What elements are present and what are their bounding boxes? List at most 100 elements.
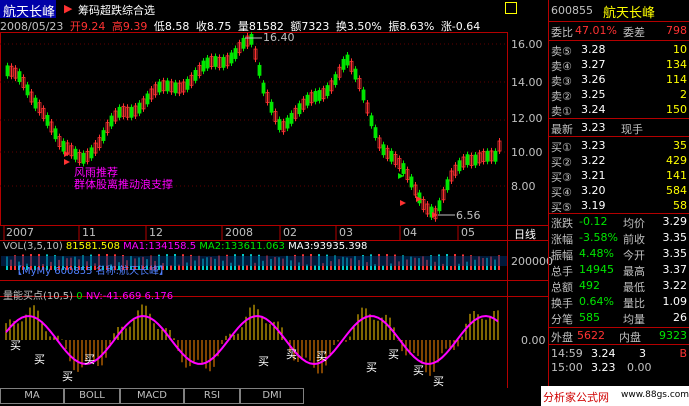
row-label: 卖② <box>551 90 572 103</box>
screener-label[interactable]: 筹码超跌综合选 <box>78 2 155 18</box>
candle-body <box>297 103 302 115</box>
x-label: 03 <box>339 226 353 239</box>
amount-value: 额7323 <box>290 20 330 32</box>
row-volume: 584 <box>666 184 687 197</box>
vol-title-row: VOL(3,5,10) 81581.508 MA1:134158.5 MA2:1… <box>3 241 367 252</box>
candle-body <box>229 52 234 64</box>
tick-row: 14:59 3.24 3 B <box>551 347 687 362</box>
indicator-zero-label: 0.00 <box>521 334 546 347</box>
stat-v2: 3.22 <box>662 279 688 292</box>
buy-label: 买 <box>258 355 269 368</box>
latest-price: 3.23 <box>581 121 606 134</box>
turnover-value: 换3.50% <box>335 20 382 32</box>
vol-value: 81581.508 <box>65 241 120 252</box>
low-mark-label: 6.56 <box>456 209 481 222</box>
stock-code: 600855 <box>551 4 593 17</box>
row-label: 卖⑤ <box>551 45 572 58</box>
row-price: 3.22 <box>581 154 606 167</box>
tab-boll[interactable]: BOLL <box>64 388 120 404</box>
vol-ma2: MA2:133611.063 <box>199 241 285 252</box>
row-price: 3.28 <box>581 43 606 56</box>
x-label: 04 <box>403 226 417 239</box>
quote-info-bar: 2008/05/23 开9.24 高9.39 低8.58 收8.75 量8158… <box>0 18 508 32</box>
candle-body <box>5 65 10 77</box>
candle-body <box>353 68 358 80</box>
stat-l2: 最高 <box>623 265 645 278</box>
buy-level-row[interactable]: 买① 3.23 35 <box>551 139 687 154</box>
row-volume: 10 <box>673 43 687 56</box>
close-value: 收8.75 <box>195 20 232 32</box>
indicator-series <box>5 304 499 376</box>
price-label: 12.00 <box>511 112 543 125</box>
tick-flag: B <box>679 347 687 360</box>
candle-body <box>101 130 106 141</box>
row-label: 卖① <box>551 105 572 118</box>
candle-body <box>109 115 114 127</box>
period-label[interactable]: 日线 <box>514 226 536 242</box>
buy-level-row[interactable]: 买⑤ 3.19 58 <box>551 199 687 214</box>
buy-label: 买 <box>433 375 444 388</box>
candle-body <box>369 115 374 127</box>
stat-l2: 前收 <box>623 233 645 246</box>
high-value: 高9.39 <box>111 20 148 32</box>
candle-body <box>257 64 262 76</box>
candle-body <box>145 93 150 105</box>
tab-rsi[interactable]: RSI <box>184 388 240 404</box>
candle-body <box>157 81 162 93</box>
stat-v1: 492 <box>579 279 600 292</box>
screener-flag-icon: ▶ <box>64 2 73 15</box>
tab-macd[interactable]: MACD <box>120 388 184 404</box>
tick-time: 15:00 <box>551 361 583 374</box>
weibi-row: 委比 47.01% 委差 798 <box>551 24 687 39</box>
buy-level-row[interactable]: 买② 3.22 429 <box>551 154 687 169</box>
x-label: 2008 <box>225 226 253 239</box>
stat-l2: 今开 <box>623 249 645 262</box>
latest-label: 最新 <box>551 123 573 136</box>
indicator-title-row: 量能买点(10,5) 0 NV:-41.669 6.176 <box>3 287 173 302</box>
buy-label: 买 <box>316 350 327 363</box>
row-volume: 2 <box>680 88 687 101</box>
row-volume: 58 <box>673 199 687 212</box>
buy-label: 买 <box>413 364 424 377</box>
row-label: 卖④ <box>551 60 572 73</box>
vol-scale-label: 200000 <box>511 255 553 268</box>
row-price: 3.26 <box>581 73 606 86</box>
sell-level-row[interactable]: 卖③ 3.26 114 <box>551 73 687 88</box>
tab-ma[interactable]: MA <box>0 388 64 404</box>
tab-dmi[interactable]: DMI <box>240 388 304 404</box>
site-footer[interactable]: 分析家公式网 www.88gs.com <box>541 386 689 406</box>
weicha-label: 委差 <box>623 26 645 39</box>
buy-level-row[interactable]: 买④ 3.20 584 <box>551 184 687 199</box>
sell-level-row[interactable]: 卖② 3.25 2 <box>551 88 687 103</box>
stat-l1: 总手 <box>551 265 573 278</box>
outer-inner-row: 外盘 5622 内盘 9323 <box>551 329 687 344</box>
weibi-value: 47.01% <box>575 24 617 37</box>
candle-body <box>373 127 378 138</box>
sell-level-row[interactable]: 卖① 3.24 150 <box>551 103 687 118</box>
sell-level-row[interactable]: 卖⑤ 3.28 10 <box>551 43 687 58</box>
candle-body <box>325 85 330 96</box>
candle-body <box>205 57 210 69</box>
row-label: 买① <box>551 141 572 154</box>
candle-body <box>341 58 346 70</box>
candle-body <box>317 90 322 101</box>
x-label: 11 <box>82 226 96 239</box>
buy-label: 买 <box>286 348 297 361</box>
row-price: 3.24 <box>581 103 606 116</box>
candle-body <box>457 160 462 172</box>
buy-level-row[interactable]: 买③ 3.21 141 <box>551 169 687 184</box>
stock-name-right: 航天长峰 <box>603 6 656 21</box>
x-label: 12 <box>149 226 163 239</box>
candle-body <box>117 106 122 118</box>
footer-site: 分析家公式网 <box>543 391 609 404</box>
candle-body <box>313 90 318 102</box>
candle-body <box>129 106 134 118</box>
calendar-icon[interactable] <box>505 2 517 14</box>
inner-value: 9323 <box>659 329 687 342</box>
stat-row: 振幅 4.48% 今开 3.35 <box>551 247 687 262</box>
x-label: 2007 <box>6 226 34 239</box>
buy-label: 买 <box>366 361 377 374</box>
tick-zero: 0.00 <box>627 361 652 374</box>
candle-body <box>173 82 178 94</box>
sell-level-row[interactable]: 卖④ 3.27 134 <box>551 58 687 73</box>
